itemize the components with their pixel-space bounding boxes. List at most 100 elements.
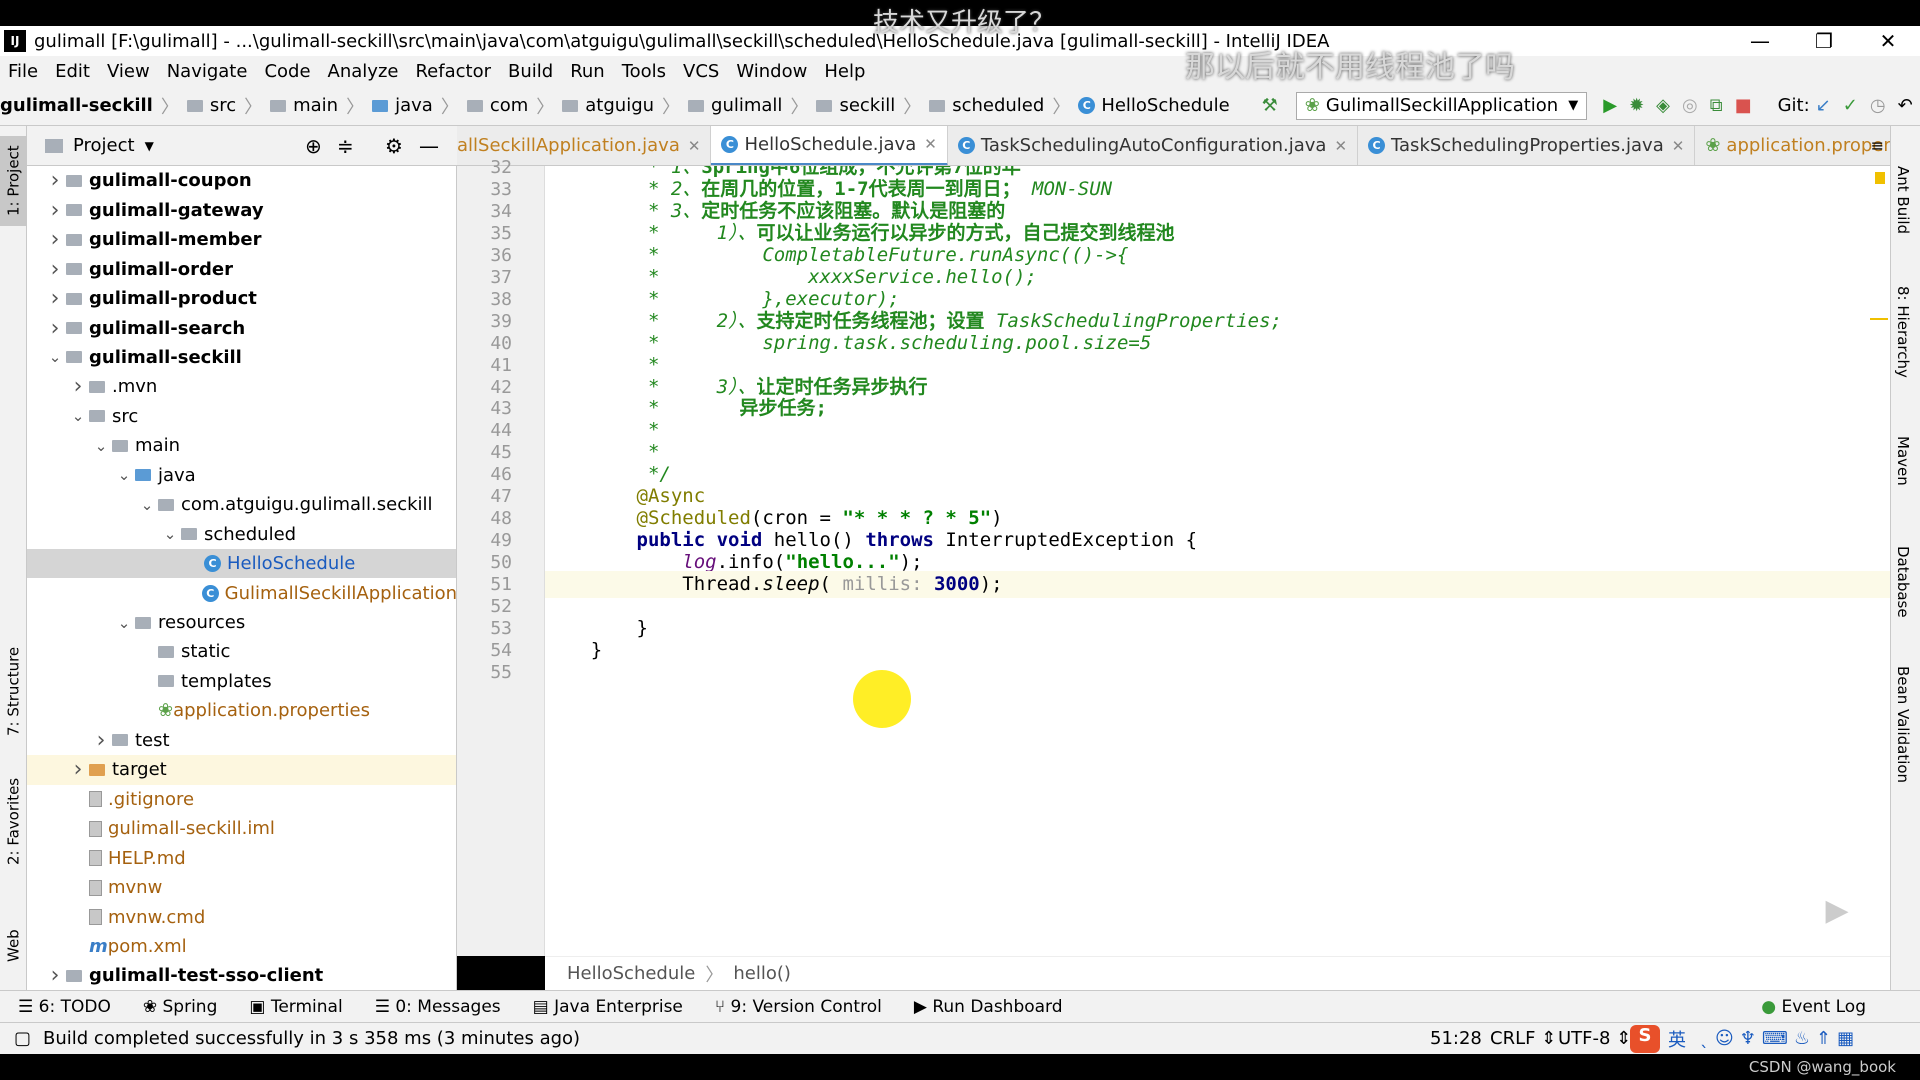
tool-todo[interactable]: ☰ 6: TODO: [18, 997, 111, 1017]
chevron-down-icon[interactable]: ⌄: [113, 466, 135, 484]
tool-tab-ant-build[interactable]: Ant Build: [1894, 166, 1912, 234]
tool-tab-favorites[interactable]: 2: Favorites: [0, 766, 27, 876]
menu-file[interactable]: File: [8, 61, 38, 82]
file-encoding[interactable]: UTF-8 ⇕: [1558, 1028, 1631, 1049]
tool-terminal[interactable]: ▣ Terminal: [249, 997, 342, 1017]
menu-window[interactable]: Window: [736, 61, 807, 82]
tree-item[interactable]: .gitignore: [27, 784, 456, 814]
run-icon[interactable]: ▶: [1603, 94, 1617, 118]
vcs-update-icon[interactable]: ↙: [1816, 94, 1831, 118]
crumb-atguigu[interactable]: atguigu 〉: [562, 93, 680, 119]
chevron-right-icon[interactable]: ›: [67, 374, 89, 399]
ime-tools-icons[interactable]: ˎ☺♆⌨♨⇑▦: [1700, 1028, 1860, 1049]
tool-tab-project[interactable]: 1: Project: [0, 136, 27, 226]
tree-item[interactable]: static: [27, 637, 456, 667]
tool-java-enterprise[interactable]: ▤ Java Enterprise: [533, 997, 683, 1017]
tab-task-scheduling-auto-configuration[interactable]: C TaskSchedulingAutoConfiguration.java ✕: [948, 126, 1359, 165]
crumb-scheduled[interactable]: scheduled 〉: [929, 93, 1070, 119]
profile-icon[interactable]: ◎: [1682, 94, 1698, 118]
crumb-java[interactable]: java 〉: [372, 93, 459, 119]
minimize-button[interactable]: —: [1728, 26, 1792, 56]
video-play-icon[interactable]: ▶: [1803, 880, 1871, 940]
tree-item[interactable]: gulimall-seckill.iml: [27, 814, 456, 844]
crumb-seckill[interactable]: seckill 〉: [816, 93, 921, 119]
menu-edit[interactable]: Edit: [55, 61, 90, 82]
tree-item[interactable]: ⌄ src: [27, 402, 456, 432]
chevron-right-icon[interactable]: ›: [44, 257, 66, 282]
chevron-down-icon[interactable]: ⌄: [136, 496, 158, 514]
tree-item[interactable]: templates: [27, 667, 456, 697]
tree-item[interactable]: C GulimallSeckillApplication: [27, 578, 456, 608]
tool-messages[interactable]: ☰ 0: Messages: [375, 997, 501, 1017]
code-crumb-method[interactable]: hello(): [733, 963, 791, 984]
tree-item[interactable]: ⌄ resources: [27, 608, 456, 638]
chevron-down-icon[interactable]: ⌄: [90, 437, 112, 455]
chevron-right-icon[interactable]: ›: [44, 286, 66, 311]
attach-icon[interactable]: ⧉: [1710, 94, 1723, 118]
menu-build[interactable]: Build: [508, 61, 553, 82]
tree-item[interactable]: › gulimall-product: [27, 284, 456, 314]
caret-position[interactable]: 51:28: [1430, 1028, 1482, 1049]
tree-item[interactable]: › gulimall-gateway: [27, 195, 456, 225]
chevron-right-icon[interactable]: ›: [44, 168, 66, 193]
tree-item[interactable]: › .mvn: [27, 372, 456, 402]
revert-icon[interactable]: ↶: [1898, 94, 1913, 118]
tool-spring[interactable]: ❀ Spring: [143, 997, 218, 1017]
crumb-com[interactable]: com 〉: [466, 93, 554, 119]
chevron-right-icon[interactable]: ›: [44, 316, 66, 341]
crumb-module[interactable]: gulimall-seckill 〉: [0, 93, 179, 119]
chevron-down-icon[interactable]: ⌄: [113, 614, 135, 632]
restore-button[interactable]: ❐: [1792, 26, 1856, 56]
tree-item[interactable]: ⌄ main: [27, 431, 456, 461]
crumb-class[interactable]: C HelloSchedule: [1078, 95, 1230, 116]
chevron-right-icon[interactable]: ›: [44, 198, 66, 223]
ime-language[interactable]: 英: [1668, 1026, 1686, 1052]
chevron-down-icon[interactable]: ⌄: [44, 348, 66, 366]
tree-item[interactable]: › test: [27, 726, 456, 756]
chevron-down-icon[interactable]: ⌄: [159, 525, 181, 543]
menu-code[interactable]: Code: [264, 61, 310, 82]
crumb-main[interactable]: main 〉: [270, 93, 364, 119]
coverage-icon[interactable]: ◈: [1656, 94, 1670, 118]
tree-item[interactable]: mvnw.cmd: [27, 902, 456, 932]
tab-task-scheduling-properties[interactable]: C TaskSchedulingProperties.java ✕: [1358, 126, 1696, 165]
menu-refactor[interactable]: Refactor: [415, 61, 491, 82]
locate-icon[interactable]: ⊕: [305, 134, 322, 158]
tree-item[interactable]: › gulimall-order: [27, 254, 456, 284]
tool-tab-maven[interactable]: Maven: [1894, 436, 1912, 486]
chevron-down-icon[interactable]: ▼: [145, 139, 154, 153]
vcs-commit-icon[interactable]: ✓: [1843, 94, 1858, 118]
tree-item[interactable]: › gulimall-test-sso-client: [27, 961, 456, 990]
tool-tab-hierarchy[interactable]: 8: Hierarchy: [1894, 286, 1912, 378]
chevron-right-icon[interactable]: ›: [90, 728, 112, 753]
chevron-down-icon[interactable]: ⌄: [67, 407, 89, 425]
tree-item[interactable]: ❀ application.properties: [27, 696, 456, 726]
tab-hello-schedule[interactable]: C HelloSchedule.java ✕: [711, 126, 948, 165]
tree-item[interactable]: › gulimall-coupon: [27, 166, 456, 196]
debug-icon[interactable]: ✹: [1629, 94, 1644, 118]
tree-item[interactable]: ⌄ scheduled: [27, 519, 456, 549]
tool-tab-bean-validation[interactable]: Bean Validation: [1894, 666, 1912, 783]
gear-icon[interactable]: ⚙: [385, 134, 403, 158]
collapse-all-icon[interactable]: ≑: [337, 134, 354, 158]
tool-run-dashboard[interactable]: ▶ Run Dashboard: [914, 997, 1063, 1017]
chevron-right-icon[interactable]: ›: [44, 227, 66, 252]
tree-item[interactable]: ⌄ com.atguigu.gulimall.seckill: [27, 490, 456, 520]
chevron-right-icon[interactable]: ›: [67, 757, 89, 782]
tree-item[interactable]: mvnw: [27, 873, 456, 903]
tree-item[interactable]: C HelloSchedule: [27, 548, 456, 579]
menu-tools[interactable]: Tools: [622, 61, 666, 82]
code-crumb-class[interactable]: HelloSchedule: [567, 963, 695, 984]
tree-item[interactable]: ⌄ gulimall-seckill: [27, 343, 456, 373]
tree-item[interactable]: ⌄ java: [27, 461, 456, 491]
tool-event-log[interactable]: ● Event Log: [1761, 997, 1866, 1017]
close-icon[interactable]: ✕: [924, 135, 937, 153]
run-configuration-select[interactable]: ❀ GulimallSeckillApplication ▼: [1295, 91, 1588, 120]
history-icon[interactable]: ◷: [1870, 94, 1886, 118]
hide-panel-icon[interactable]: —: [419, 134, 439, 158]
tree-item[interactable]: › gulimall-member: [27, 225, 456, 255]
tab-list-icon[interactable]: ≡: [1871, 136, 1884, 155]
tab-application-properties[interactable]: ❀application.properties✕: [1695, 126, 1890, 165]
close-icon[interactable]: ✕: [688, 137, 701, 155]
tool-tab-structure[interactable]: 7: Structure: [0, 636, 27, 746]
